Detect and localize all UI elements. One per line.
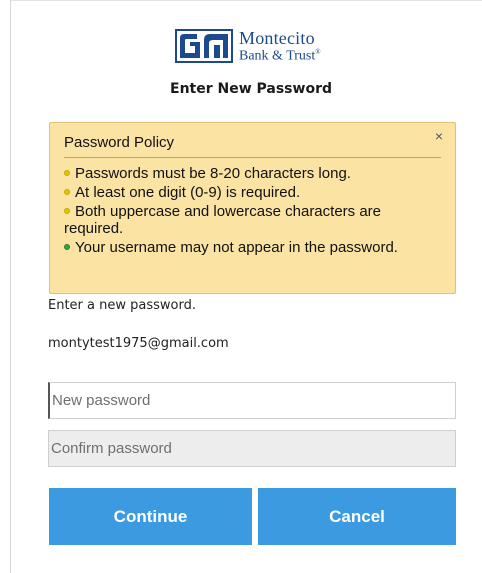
password-policy-rules: Passwords must be 8-20 characters long. … bbox=[64, 158, 441, 256]
policy-rule-text: Both uppercase and lowercase characters … bbox=[64, 203, 382, 237]
bank-logo: Montecito Bank & Trust® bbox=[175, 28, 321, 64]
policy-rule: Your username may not appear in the pass… bbox=[64, 239, 441, 256]
policy-rule-text: Your username may not appear in the pass… bbox=[75, 239, 398, 256]
page-title: Enter New Password bbox=[170, 81, 332, 97]
bank-name-line1: Montecito bbox=[239, 27, 315, 48]
bank-name: Montecito Bank & Trust® bbox=[239, 29, 321, 64]
continue-button[interactable]: Continue bbox=[49, 488, 252, 545]
policy-rule-text: Passwords must be 8-20 characters long. bbox=[75, 165, 351, 182]
username-display: montytest1975@gmail.com bbox=[48, 336, 229, 351]
cancel-button[interactable]: Cancel bbox=[258, 488, 456, 545]
bank-logo-icon bbox=[175, 29, 233, 63]
new-password-input[interactable] bbox=[48, 382, 456, 419]
policy-rule: Passwords must be 8-20 characters long. bbox=[64, 165, 441, 182]
registered-mark: ® bbox=[315, 47, 321, 56]
policy-rule-text: At least one digit (0-9) is required. bbox=[75, 184, 301, 201]
warning-dot-icon bbox=[64, 189, 70, 196]
bank-name-line2: Bank & Trust® bbox=[239, 47, 321, 64]
bank-name-line2-text: Bank & Trust bbox=[239, 48, 316, 64]
password-policy-title: Password Policy bbox=[64, 134, 175, 151]
instruction-text: Enter a new password. bbox=[48, 298, 196, 313]
policy-rule: At least one digit (0-9) is required. bbox=[64, 184, 441, 201]
policy-rule: Both uppercase and lowercase characters … bbox=[64, 203, 441, 237]
close-icon[interactable]: × bbox=[435, 128, 443, 144]
password-policy-header: Password Policy × bbox=[64, 123, 443, 158]
confirm-password-input[interactable] bbox=[48, 430, 456, 467]
warning-dot-icon bbox=[64, 208, 70, 215]
password-policy-panel: Password Policy × Passwords must be 8-20… bbox=[49, 122, 456, 294]
warning-dot-icon bbox=[64, 170, 70, 177]
check-dot-icon bbox=[64, 244, 70, 251]
